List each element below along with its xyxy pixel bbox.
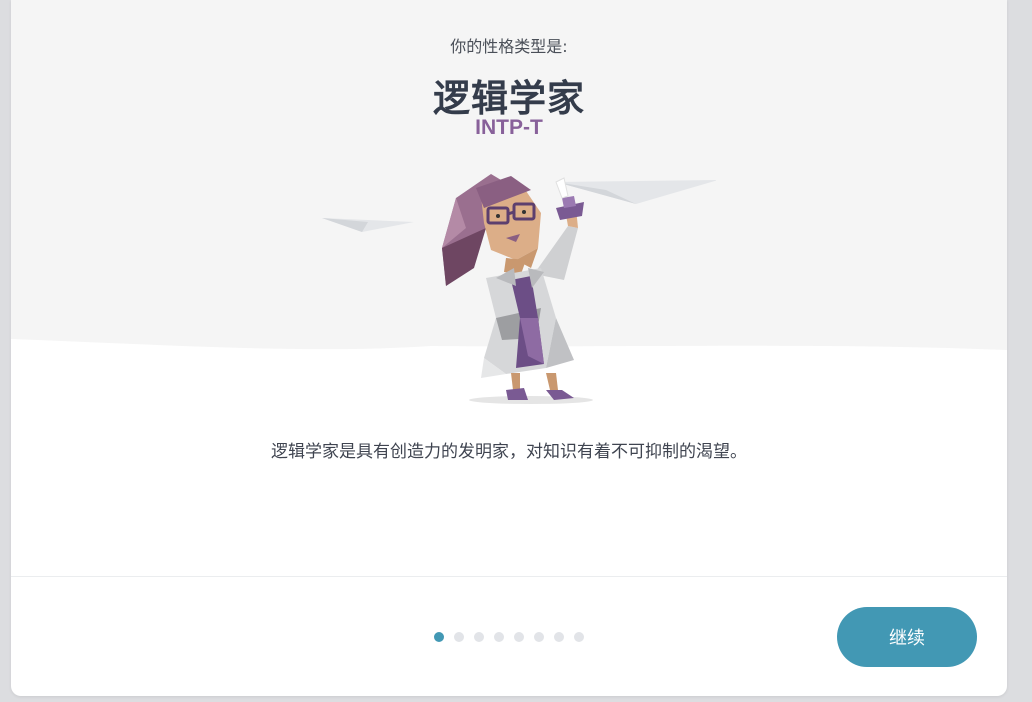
personality-type-code: INTP-T	[475, 116, 543, 139]
footer-divider	[11, 576, 1007, 577]
scientist-character-illustration	[322, 174, 716, 404]
page-dot-5	[514, 632, 524, 642]
page-dot-1-active	[434, 632, 444, 642]
page-dot-8	[574, 632, 584, 642]
personality-description: 逻辑学家是具有创造力的发明家，对知识有着不可抑制的渴望。	[271, 442, 747, 462]
page-indicator	[434, 631, 584, 643]
page-dot-4	[494, 632, 504, 642]
page-dot-2	[454, 632, 464, 642]
personality-type-name: 逻辑学家	[433, 77, 585, 120]
page-dot-3	[474, 632, 484, 642]
result-intro: 你的性格类型是:	[450, 37, 568, 56]
page-dot-7	[554, 632, 564, 642]
continue-button[interactable]: 继续	[837, 607, 977, 667]
result-card: 你的性格类型是: 逻辑学家 INTP-T 逻辑学家是具有创造力的发明家，对知识有…	[11, 0, 1007, 696]
page-dot-6	[534, 632, 544, 642]
